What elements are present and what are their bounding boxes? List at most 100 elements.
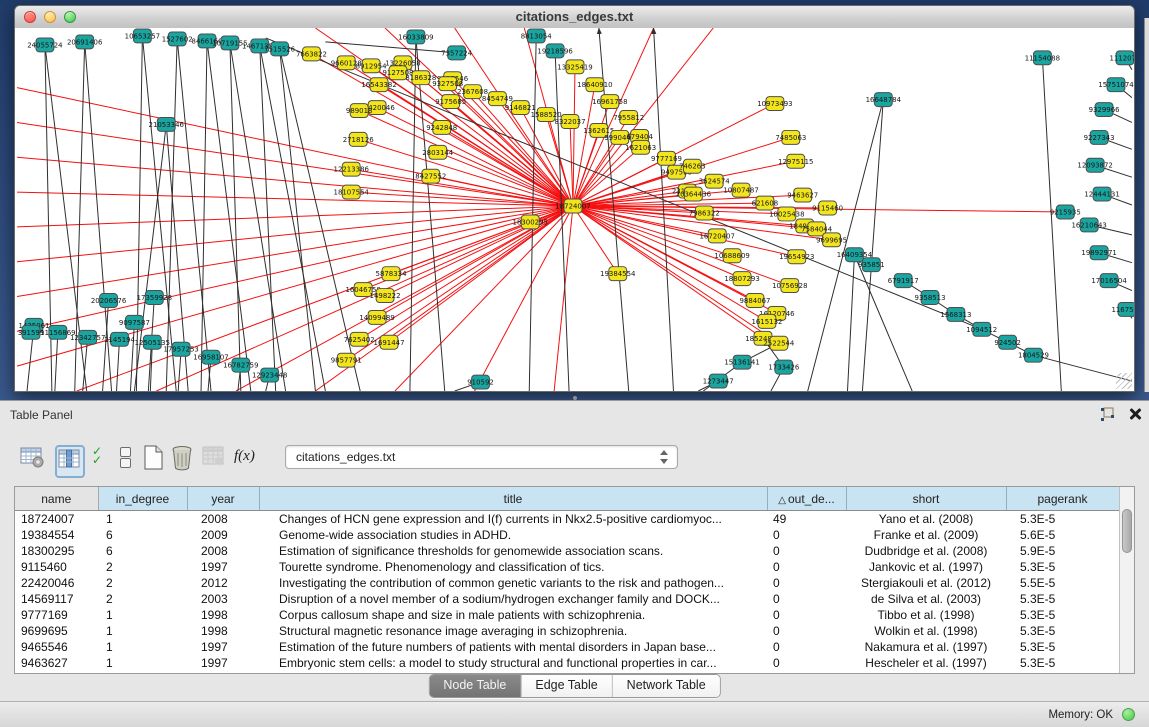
cell-in_degree[interactable]: 1	[98, 607, 187, 623]
cell-short[interactable]: Wolkin et al. (1998)	[846, 623, 1006, 639]
cell-pagerank[interactable]: 5.3E-5	[1006, 559, 1119, 575]
cell-pagerank[interactable]: 5.3E-5	[1006, 623, 1119, 639]
graph-node[interactable]: 17016504	[1091, 274, 1127, 288]
close-panel-icon[interactable]	[1128, 407, 1142, 421]
graph-node[interactable]: 10653257	[125, 29, 160, 43]
cell-short[interactable]: Franke et al. (2009)	[846, 527, 1006, 543]
cell-out_de[interactable]: 0	[767, 527, 846, 543]
table-row[interactable]: 1872400712008Changes of HCN gene express…	[15, 511, 1119, 528]
table-row[interactable]: 1456911722003Disruption of a novel membe…	[15, 591, 1119, 607]
table-body[interactable]: 1872400712008Changes of HCN gene express…	[15, 511, 1119, 672]
cell-out_de[interactable]: 0	[767, 623, 846, 639]
select-all-icon[interactable]: ✓✓	[92, 447, 108, 465]
column-header-in_degree[interactable]: in_degree	[98, 487, 187, 511]
graph-node[interactable]: 1167534	[1111, 302, 1134, 316]
cell-title[interactable]: Estimation of the future numbers of pati…	[259, 639, 767, 655]
graph-node[interactable]: 9463627	[787, 188, 818, 202]
graph-node[interactable]: 1733426	[768, 360, 799, 374]
column-header-title[interactable]: title	[259, 487, 767, 511]
graph-node[interactable]: 19384554	[600, 267, 636, 281]
graph-node[interactable]: 9884067	[740, 294, 771, 308]
cell-short[interactable]: Jankovic et al. (1997)	[846, 559, 1006, 575]
column-header-pagerank[interactable]: pagerank	[1006, 487, 1119, 511]
graph-node[interactable]: 16033809	[398, 30, 433, 44]
table-row[interactable]: 1830029562008Estimation of significance …	[15, 543, 1119, 559]
import-table-icon[interactable]	[202, 445, 226, 472]
cell-name[interactable]: 9699695	[15, 623, 98, 639]
graph-node[interactable]: 1145194	[104, 332, 136, 346]
table-row[interactable]: 911546021997Tourette syndrome. Phenomeno…	[15, 559, 1119, 575]
cell-year[interactable]: 2012	[187, 575, 259, 591]
graph-node[interactable]: 910592	[467, 375, 494, 389]
table-row[interactable]: 977716911998Corpus callosum shape and si…	[15, 607, 1119, 623]
graph-node[interactable]: 2718126	[343, 132, 374, 146]
graph-node[interactable]: 19654923	[779, 250, 814, 264]
graph-node[interactable]: 9227343	[1084, 130, 1115, 144]
cell-in_degree[interactable]: 6	[98, 527, 187, 543]
cell-title[interactable]: Estimation of significance thresholds fo…	[259, 543, 767, 559]
table-row[interactable]: 969969511998Structural magnetic resonanc…	[15, 623, 1119, 639]
column-header-name[interactable]: name	[15, 487, 98, 511]
cell-pagerank[interactable]: 5.3E-5	[1006, 607, 1119, 623]
tab-network-table[interactable]: Network Table	[613, 675, 720, 697]
table-settings-icon[interactable]	[20, 445, 46, 474]
cell-out_de[interactable]: 0	[767, 591, 846, 607]
cell-in_degree[interactable]: 2	[98, 591, 187, 607]
graph-node[interactable]: 746263	[679, 159, 706, 173]
cell-in_degree[interactable]: 1	[98, 511, 187, 528]
graph-node[interactable]: 7485063	[775, 130, 806, 144]
scrollbar-thumb[interactable]	[1122, 509, 1132, 553]
graph-node[interactable]: 1527602	[162, 32, 193, 46]
table-scrollbar[interactable]	[1119, 487, 1134, 673]
cell-title[interactable]: Tourette syndrome. Phenomenology and cla…	[259, 559, 767, 575]
graph-node[interactable]: 935851	[858, 258, 885, 272]
cell-name[interactable]: 18724007	[15, 511, 98, 528]
graph-node[interactable]: 12093872	[1077, 158, 1112, 172]
memory-status-indicator[interactable]	[1122, 708, 1135, 721]
graph-node[interactable]: 1112074	[1109, 51, 1134, 65]
graph-node[interactable]: 14099489	[359, 310, 394, 324]
cell-title[interactable]: Structural magnetic resonance image aver…	[259, 623, 767, 639]
graph-node[interactable]: 24055724	[27, 38, 63, 52]
cell-title[interactable]: Corpus callosum shape and size in male p…	[259, 607, 767, 623]
cell-name[interactable]: 22420046	[15, 575, 98, 591]
table-row[interactable]: 946362711997Embryonic stem cells: a mode…	[15, 655, 1119, 671]
graph-node[interactable]: 6791917	[888, 274, 919, 288]
graph-node[interactable]: 16648784	[866, 93, 902, 107]
column-header-year[interactable]: year	[187, 487, 259, 511]
cell-title[interactable]: Changes of HCN gene expression and I(f) …	[259, 511, 767, 528]
table-row[interactable]: 946554611997Estimation of the future num…	[15, 639, 1119, 655]
graph-node[interactable]: 5878334	[376, 267, 408, 281]
cell-out_de[interactable]: 0	[767, 543, 846, 559]
cell-out_de[interactable]: 0	[767, 559, 846, 575]
column-header-out_de[interactable]: △out_de...	[767, 487, 846, 511]
graph-node[interactable]: 18640910	[577, 78, 612, 92]
cell-pagerank[interactable]: 5.9E-5	[1006, 543, 1119, 559]
cell-short[interactable]: Tibbo et al. (1998)	[846, 607, 1006, 623]
graph-node[interactable]: 9358513	[915, 291, 946, 305]
cell-in_degree[interactable]: 1	[98, 623, 187, 639]
graph-node[interactable]: 7663822	[296, 47, 327, 61]
cell-name[interactable]: 14569117	[15, 591, 98, 607]
new-table-icon[interactable]	[142, 445, 166, 476]
graph-node[interactable]: 989018	[346, 104, 373, 118]
float-panel-icon[interactable]	[1100, 407, 1116, 427]
graph-node[interactable]: 20206576	[91, 294, 126, 308]
cell-pagerank[interactable]: 5.3E-5	[1006, 655, 1119, 671]
cell-out_de[interactable]: 49	[767, 511, 846, 528]
column-visibility-icon[interactable]	[55, 445, 85, 478]
cell-in_degree[interactable]: 1	[98, 655, 187, 671]
cell-out_de[interactable]: 0	[767, 639, 846, 655]
cell-title[interactable]: Embryonic stem cells: a model to study s…	[259, 655, 767, 671]
cell-short[interactable]: Stergiakouli et al. (2012)	[846, 575, 1006, 591]
network-nodes[interactable]: 1872400718300295193845549777169949756874…	[18, 29, 1134, 389]
graph-node[interactable]: 19892971	[1081, 246, 1116, 260]
graph-node[interactable]: 15751074	[1098, 78, 1134, 92]
cell-short[interactable]: Nakamura et al. (1997)	[846, 639, 1006, 655]
cell-short[interactable]: Hescheler et al. (1997)	[846, 655, 1006, 671]
graph-node[interactable]: 7955812	[613, 111, 644, 125]
cell-in_degree[interactable]: 1	[98, 639, 187, 655]
cell-name[interactable]: 9463627	[15, 655, 98, 671]
cell-name[interactable]: 9115460	[15, 559, 98, 575]
graph-node[interactable]: 924502	[994, 335, 1021, 349]
